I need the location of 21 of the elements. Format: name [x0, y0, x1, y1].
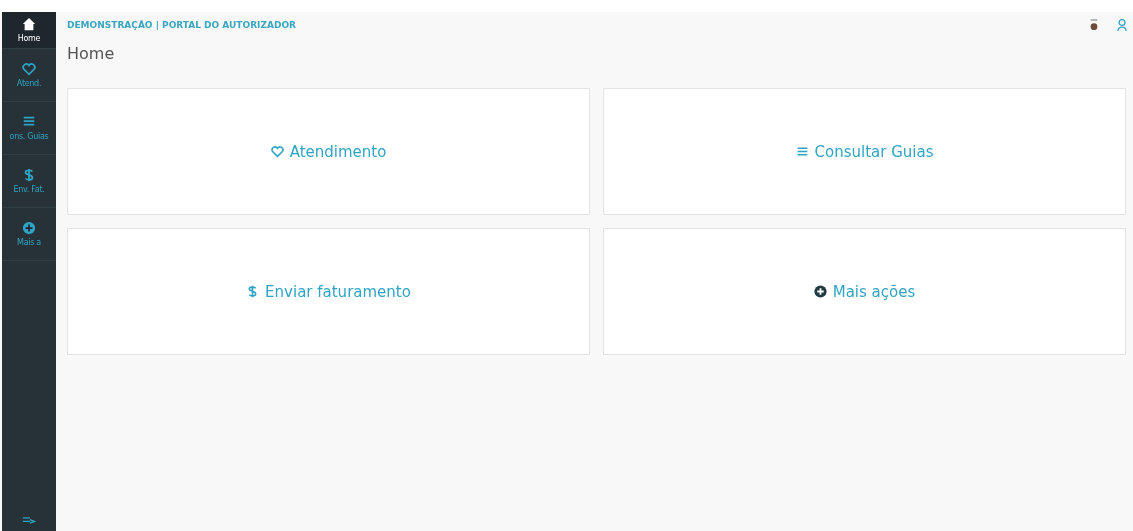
sidebar-item[interactable]: Home: [2, 12, 56, 49]
plus-circle-icon: [22, 221, 36, 235]
arrow-icon[interactable]: [22, 516, 36, 525]
heart-icon: [22, 62, 36, 76]
action-card[interactable]: Enviar faturamento: [67, 228, 590, 355]
dollar-icon: [22, 168, 36, 182]
action-card[interactable]: Mais ações: [603, 228, 1126, 355]
sidebar-item[interactable]: Env. Fat.: [2, 155, 56, 208]
sidebar-item[interactable]: Mais a: [2, 208, 56, 261]
plus-circle-icon: [813, 285, 827, 298]
action-card[interactable]: Atendimento: [67, 88, 590, 215]
heart-icon: [270, 145, 284, 158]
sidebar-item[interactable]: ons. Guias: [2, 102, 56, 155]
portal-title: DEMONSTRAÇÃO | PORTAL DO AUTORIZADOR: [67, 20, 297, 30]
sidebar-item[interactable]: Atend.: [2, 49, 56, 102]
page-title: Home: [67, 44, 116, 63]
list-icon: [795, 145, 809, 158]
user-icon[interactable]: [1117, 18, 1127, 32]
home-icon: [22, 17, 36, 31]
list-icon: [22, 115, 36, 129]
action-card[interactable]: Consultar Guias: [603, 88, 1126, 215]
